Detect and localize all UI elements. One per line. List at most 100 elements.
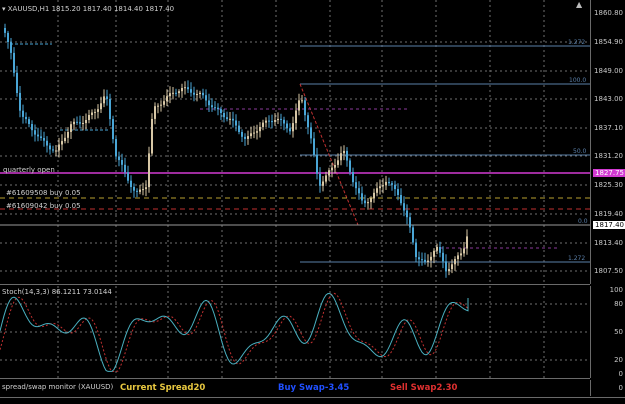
candle-body: [310, 127, 312, 139]
candle-body: [223, 113, 225, 118]
sell-swap: Sell Swap2.30: [390, 383, 457, 393]
sell-swap-value: 2.30: [436, 383, 458, 393]
candle-body: [235, 120, 237, 126]
current-spread: Current Spread20: [120, 383, 205, 393]
candle-body: [232, 118, 234, 121]
candle-body: [355, 182, 357, 189]
candle-body: [280, 118, 282, 120]
candle-body: [268, 120, 270, 122]
candle-body: [115, 139, 117, 157]
stoch-tick: 0: [618, 370, 623, 378]
candle-body: [46, 140, 48, 146]
candle-body: [250, 133, 252, 137]
candle-body: [187, 87, 189, 90]
price-chart-canvas[interactable]: [0, 0, 590, 284]
candle-body: [361, 193, 363, 201]
candle-body: [295, 110, 297, 124]
spread-label: Current Spread: [120, 383, 194, 393]
candle-body: [205, 95, 207, 101]
candle-body: [40, 136, 42, 138]
candle-body: [376, 188, 378, 193]
candle-body: [358, 188, 360, 194]
candle-body: [286, 123, 288, 129]
candle-body: [169, 93, 171, 97]
candle-body: [214, 107, 216, 109]
price-tick: 1825.30: [594, 181, 623, 189]
ohlc-high: 1817.40: [82, 5, 112, 13]
candle-body: [385, 181, 387, 186]
stoch-tick: 80: [614, 300, 623, 308]
candle-body: [391, 183, 393, 185]
candle-body: [106, 96, 108, 99]
candle-body: [220, 109, 222, 113]
candle-body: [175, 92, 177, 94]
candle-body: [184, 87, 186, 89]
candle-body: [109, 99, 111, 120]
candle-body: [457, 255, 459, 260]
candle-body: [145, 187, 147, 190]
candle-body: [247, 136, 249, 139]
order-label-2[interactable]: #61609042 buy 0.05: [6, 202, 81, 210]
price-chart-pane[interactable]: ▾ XAUUSD,H1 1815.20 1817.40 1814.40 1817…: [0, 0, 590, 285]
candle-body: [112, 119, 114, 140]
candle-body: [331, 167, 333, 171]
candle-body: [130, 180, 132, 187]
candle-body: [394, 184, 396, 190]
candle-body: [100, 103, 102, 110]
candle-body: [43, 138, 45, 141]
candle-body: [265, 120, 267, 123]
stoch-axis[interactable]: 100 80 50 20 0: [590, 286, 625, 378]
candle-body: [238, 125, 240, 132]
candle-body: [226, 117, 228, 120]
candle-body: [430, 256, 432, 261]
candle-body: [418, 257, 420, 260]
swap-monitor-label: spread/swap monitor (XAUUSD): [2, 383, 114, 391]
candle-body: [4, 28, 6, 33]
price-axis[interactable]: 1860.80 1854.90 1849.00 1843.00 1837.10 …: [590, 0, 625, 284]
candle-body: [244, 136, 246, 139]
candle-body: [328, 170, 330, 176]
stoch-tick: 100: [609, 286, 623, 294]
one-click-trade-icon[interactable]: ▲: [576, 1, 582, 9]
price-tick: 1837.10: [594, 124, 623, 132]
candle-body: [229, 118, 231, 120]
price-tick: 1813.40: [594, 239, 623, 247]
candle-body: [256, 131, 258, 133]
stoch-tick: 20: [614, 356, 623, 364]
candle-body: [217, 107, 219, 110]
candle-body: [325, 175, 327, 182]
candle-body: [70, 124, 72, 132]
candle-body: [52, 149, 54, 151]
candle-body: [319, 173, 321, 186]
price-tick: 1854.90: [594, 38, 623, 46]
stochastic-canvas[interactable]: [0, 286, 590, 378]
candle-body: [82, 123, 84, 124]
candle-body: [58, 144, 60, 151]
candle-body: [88, 115, 90, 120]
candle-body: [199, 92, 201, 94]
stochastic-pane[interactable]: Stoch(14,3,3) 86.1211 73.0144: [0, 286, 590, 379]
candle-body: [19, 92, 21, 111]
candle-body: [259, 127, 261, 132]
candle-body: [463, 248, 465, 254]
candle-body: [298, 100, 300, 111]
candle-body: [172, 92, 174, 94]
quarterly-open-label: quarterly open: [3, 166, 55, 174]
fib-label: 0.0: [578, 218, 588, 225]
candle-body: [208, 100, 210, 106]
candle-body: [289, 128, 291, 132]
candle-body: [421, 259, 423, 261]
chart-menu-icon[interactable]: ▾: [2, 5, 6, 13]
candle-body: [412, 227, 414, 243]
candle-body: [349, 160, 351, 172]
swap-axis: 0: [590, 380, 625, 396]
candle-body: [124, 164, 126, 173]
sell-swap-label: Sell Swap: [390, 383, 437, 393]
candle-body: [160, 104, 162, 106]
candle-body: [442, 252, 444, 262]
order-label-1[interactable]: #61609508 buy 0.05: [6, 189, 81, 197]
swap-monitor-pane[interactable]: spread/swap monitor (XAUUSD) Current Spr…: [0, 380, 590, 396]
chart-title: ▾ XAUUSD,H1 1815.20 1817.40 1814.40 1817…: [2, 5, 174, 13]
candle-body: [97, 109, 99, 112]
candle-body: [292, 123, 294, 132]
